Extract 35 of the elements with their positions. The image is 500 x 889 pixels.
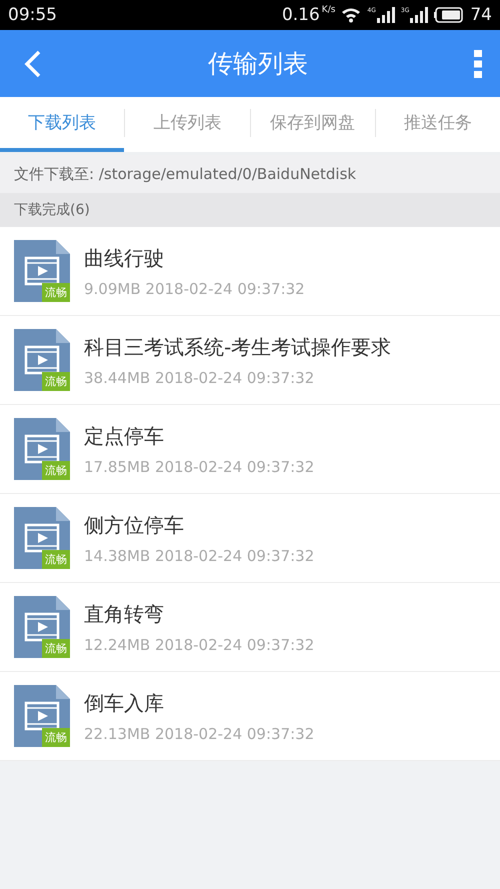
file-name: 定点停车 [84, 422, 165, 450]
file-row[interactable]: 流畅 科目三考试系统-考生考试操作要求 38.44MB 2018-02-24 09:37:32 [0, 316, 500, 405]
quality-badge: 流畅 [42, 283, 70, 302]
file-info: 38.44MB 2018-02-24 09:37:32 [84, 368, 316, 386]
speed-unit: K/s [322, 5, 336, 15]
download-path: 文件下载至: /storage/emulated/0/BaiduNetdisk [14, 164, 356, 184]
file-name: 科目三考试系统-考生考试操作要求 [84, 334, 392, 360]
quality-badge: 流畅 [42, 728, 70, 747]
wifi-icon [341, 7, 362, 23]
battery-level: 74 [470, 5, 492, 25]
file-row[interactable]: 流畅 直角转弯 12.24MB 2018-02-24 09:37:32 [0, 583, 500, 672]
file-row[interactable]: 流畅 定点停车 17.85MB 2018-02-24 09:37:32 [0, 405, 500, 494]
quality-badge: 流畅 [42, 372, 70, 391]
file-row[interactable]: 流畅 侧方位停车 14.38MB 2018-02-24 09:37:32 [0, 494, 500, 583]
file-info: 22.13MB 2018-02-24 09:37:32 [84, 724, 314, 742]
file-name: 直角转弯 [84, 600, 165, 628]
file-name: 曲线行驶 [84, 244, 165, 272]
file-name: 侧方位停车 [84, 512, 185, 538]
page-title: 传输列表 [208, 48, 308, 80]
file-name: 倒车入库 [84, 690, 165, 716]
file-info: 14.38MB 2018-02-24 09:37:32 [84, 546, 314, 564]
clock: 09:55 [8, 5, 57, 25]
signal-icon [376, 7, 395, 23]
file-row[interactable]: 流畅 倒车入库 22.13MB 2018-02-24 09:37:32 [0, 672, 500, 761]
file-info: 9.09MB 2018-02-24 09:37:32 [84, 280, 305, 298]
file-info: 12.24MB 2018-02-24 09:37:32 [84, 636, 314, 654]
quality-badge: 流畅 [42, 461, 70, 480]
file-row[interactable]: 流畅 曲线行驶 9.09MB 2018-02-24 09:37:32 [0, 227, 500, 316]
quality-badge: 流畅 [42, 550, 70, 569]
battery-icon [434, 7, 464, 23]
quality-badge: 流畅 [42, 639, 70, 658]
network-speed: 0.16 [282, 5, 320, 25]
signal-icon [410, 7, 428, 23]
file-info: 17.85MB 2018-02-24 09:37:32 [84, 458, 314, 476]
section-header: 下载完成(6) [14, 201, 90, 219]
